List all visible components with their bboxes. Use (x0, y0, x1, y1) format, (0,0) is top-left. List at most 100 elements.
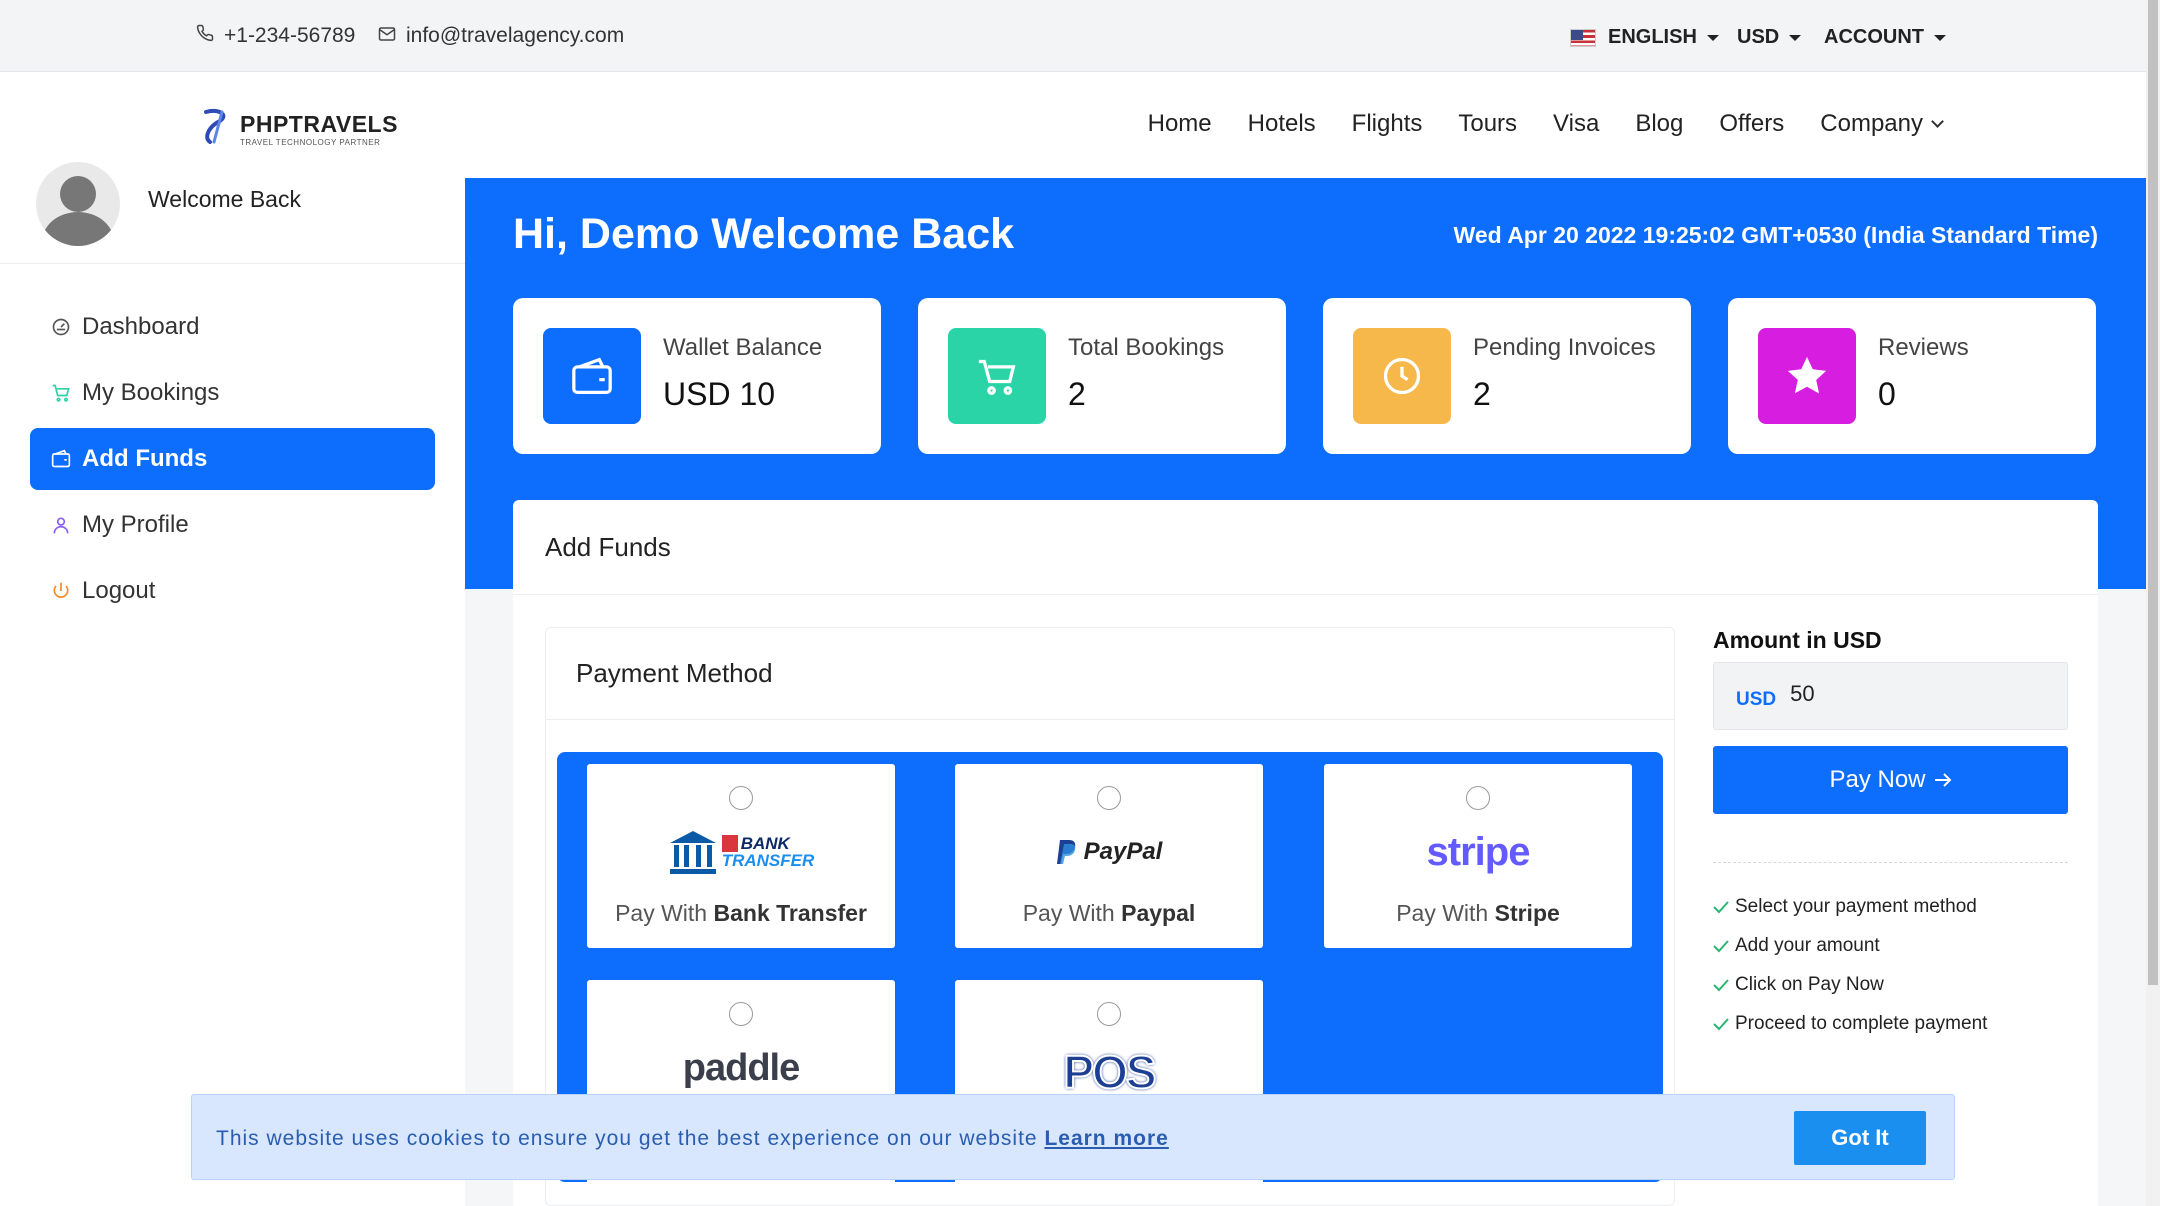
site-logo[interactable]: PHPTRAVELS TRAVEL TECHNOLOGY PARTNER (200, 106, 398, 151)
nav-flights[interactable]: Flights (1352, 110, 1423, 138)
cart-icon (948, 328, 1046, 424)
check-icon (1713, 939, 1729, 953)
nav-hotels[interactable]: Hotels (1248, 110, 1316, 138)
payment-option-bank-transfer[interactable]: BANK TRANSFER Pay With Bank Transfer (587, 764, 895, 948)
payment-option-stripe[interactable]: stripe Pay With Stripe (1324, 764, 1632, 948)
caret-down-icon (1789, 34, 1802, 41)
check-icon (1713, 900, 1729, 914)
pay-now-label: Pay Now (1829, 766, 1926, 793)
step-text: Select your payment method (1735, 895, 1977, 917)
page-title: Hi, Demo Welcome Back (513, 210, 1015, 258)
stripe-logo: stripe (1324, 822, 1632, 882)
nav-offers[interactable]: Offers (1719, 110, 1784, 138)
step-item: Proceed to complete payment (1713, 1004, 2068, 1043)
cookie-message: This website uses cookies to ensure you … (216, 1127, 1169, 1151)
stat-card-wallet-balance: Wallet Balance USD 10 (513, 298, 881, 454)
step-item: Click on Pay Now (1713, 965, 2068, 1004)
pay-with-prefix: Pay With (615, 900, 708, 926)
star-icon (1758, 328, 1856, 424)
amount-label: Amount in USD (1713, 627, 1882, 653)
top-bar: +1-234-56789 info@travelagency.com ENGLI… (0, 0, 2146, 72)
stat-label: Pending Invoices (1473, 334, 1656, 361)
sidebar-item-label: Dashboard (82, 313, 200, 340)
account-label: ACCOUNT (1824, 26, 1924, 48)
sidebar-item-label: Add Funds (82, 445, 208, 472)
email-contact[interactable]: info@travelagency.com (378, 24, 624, 48)
stat-card-reviews: Reviews 0 (1728, 298, 2096, 454)
step-text: Proceed to complete payment (1735, 1012, 1988, 1034)
bank-logo-line2: TRANSFER (721, 851, 815, 870)
sidebar-item-add-funds[interactable]: Add Funds (30, 428, 435, 490)
language-dropdown[interactable]: ENGLISH (1570, 26, 1719, 49)
amount-input[interactable] (1790, 681, 1991, 707)
phone-number: +1-234-56789 (224, 24, 356, 47)
payment-option-label: Pay With Paypal (955, 900, 1263, 927)
us-flag-icon (1570, 28, 1596, 47)
caret-down-icon (1706, 34, 1719, 41)
step-item: Select your payment method (1713, 887, 2068, 926)
logo-mark-icon (200, 106, 234, 151)
chevron-down-icon (1931, 114, 1944, 128)
paypal-wordmark: PayPal (1083, 838, 1163, 865)
pos-logo: POS (955, 1038, 1263, 1099)
payment-steps: Select your payment method Add your amou… (1713, 887, 2068, 1043)
stat-card-pending-invoices: Pending Invoices 2 (1323, 298, 1691, 454)
nav-home[interactable]: Home (1148, 110, 1212, 138)
main-navbar: PHPTRAVELS TRAVEL TECHNOLOGY PARTNER Hom… (0, 72, 2146, 178)
scrollbar-thumb[interactable] (2148, 0, 2158, 985)
nav-company[interactable]: Company (1820, 110, 1944, 138)
stat-label: Wallet Balance (663, 334, 823, 361)
paypal-icon (1056, 840, 1075, 864)
got-it-button[interactable]: Got It (1794, 1111, 1926, 1165)
avatar (36, 162, 120, 246)
caret-down-icon (1934, 34, 1946, 41)
nav-visa[interactable]: Visa (1553, 110, 1599, 138)
radio-button[interactable] (1097, 786, 1121, 810)
payment-method-name: Stripe (1494, 900, 1560, 926)
nav-tours[interactable]: Tours (1458, 110, 1517, 138)
payment-method-name: Paypal (1121, 900, 1196, 926)
sidebar-item-label: My Bookings (82, 379, 220, 406)
nav-company-label: Company (1820, 110, 1923, 137)
stat-value: 2 (1068, 376, 1086, 412)
language-label: ENGLISH (1608, 26, 1697, 48)
current-datetime: Wed Apr 20 2022 19:25:02 GMT+0530 (India… (1453, 222, 2098, 248)
payment-method-title: Payment Method (546, 628, 1674, 720)
currency-label: USD (1737, 26, 1780, 48)
radio-button[interactable] (1097, 1002, 1121, 1026)
user-block: Welcome Back (0, 162, 465, 264)
sidebar-menu: Dashboard My Bookings Add Funds My Profi… (30, 296, 435, 626)
amount-field[interactable]: USD (1713, 662, 2068, 730)
sidebar-item-label: Logout (82, 577, 156, 604)
user-icon (50, 514, 72, 536)
bank-logo-line1: BANK (721, 835, 815, 852)
radio-button[interactable] (729, 786, 753, 810)
pay-now-button[interactable]: Pay Now (1713, 746, 2068, 814)
brand-tagline: TRAVEL TECHNOLOGY PARTNER (240, 137, 381, 147)
power-icon (50, 580, 72, 602)
add-funds-title: Add Funds (513, 500, 2098, 595)
wallet-icon (543, 328, 641, 424)
stat-label: Total Bookings (1068, 334, 1225, 361)
radio-button[interactable] (729, 1002, 753, 1026)
nav-blog[interactable]: Blog (1635, 110, 1683, 138)
step-item: Add your amount (1713, 926, 2068, 965)
sidebar-item-my-bookings[interactable]: My Bookings (30, 362, 435, 424)
sidebar-item-my-profile[interactable]: My Profile (30, 494, 435, 556)
radio-button[interactable] (1466, 786, 1490, 810)
account-dropdown[interactable]: ACCOUNT (1824, 26, 1946, 49)
wallet-icon (50, 448, 72, 470)
currency-dropdown[interactable]: USD (1737, 26, 1802, 49)
learn-more-link[interactable]: Learn more (1044, 1127, 1168, 1150)
page-scrollbar[interactable] (2146, 0, 2160, 1206)
welcome-label: Welcome Back (148, 186, 301, 212)
sidebar-item-logout[interactable]: Logout (30, 560, 435, 622)
cookie-text: This website uses cookies to ensure you … (216, 1127, 1038, 1150)
paddle-logo: paddle (587, 1038, 895, 1098)
payment-option-paypal[interactable]: PayPal Pay With Paypal (955, 764, 1263, 948)
pay-with-prefix: Pay With (1396, 900, 1489, 926)
phone-contact[interactable]: +1-234-56789 (196, 24, 355, 48)
sidebar-item-dashboard[interactable]: Dashboard (30, 296, 435, 358)
bank-transfer-logo: BANK TRANSFER (587, 822, 895, 882)
check-icon (1713, 978, 1729, 992)
